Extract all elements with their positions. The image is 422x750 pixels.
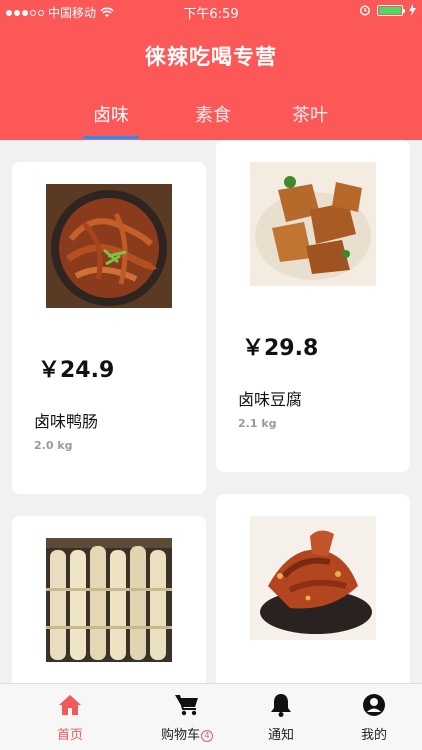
- product-name: 卤味豆腐: [238, 390, 303, 409]
- spicy-duck-photo: [250, 516, 376, 640]
- tab-lu-wei[interactable]: 卤味: [71, 101, 151, 127]
- charging-icon: [409, 4, 416, 16]
- braised-duck-intestine-photo: [46, 184, 172, 308]
- category-tabs: 卤味 素食 茶叶: [0, 86, 422, 140]
- battery-icon: [377, 4, 405, 16]
- alarm-icon: [359, 5, 371, 16]
- tabbar-item-notifications[interactable]: 通知: [241, 692, 321, 743]
- bell-icon: [271, 694, 291, 717]
- status-right: [359, 4, 416, 16]
- status-bar: 中国移动 下午6:59: [0, 0, 422, 22]
- tabbar-item-profile[interactable]: 我的: [334, 692, 414, 743]
- tabbar-label: 首页: [56, 728, 83, 743]
- bamboo-shoots-photo: [46, 538, 172, 662]
- product-weight: 2.0 kg: [34, 439, 73, 452]
- page-title: 徕辣吃喝专营: [145, 45, 277, 69]
- tabbar-item-cart[interactable]: 购物车 4: [147, 692, 227, 743]
- tabbar-label: 购物车: [160, 728, 200, 743]
- tabbar-label-wrap: 购物车 4: [147, 724, 227, 743]
- nav-bar: 徕辣吃喝专营: [0, 22, 422, 86]
- product-price: ￥29.8: [242, 336, 319, 361]
- active-tab-indicator: [83, 136, 139, 139]
- braised-tofu-photo: [250, 162, 376, 286]
- cart-count-badge: 4: [201, 729, 213, 742]
- home-icon: [59, 695, 81, 715]
- bottom-tab-bar: 首页 购物车 4 通知 我的: [0, 683, 422, 750]
- tabbar-label: 我的: [360, 728, 387, 743]
- product-weight: 2.1 kg: [238, 417, 277, 430]
- tabbar-item-home[interactable]: 首页: [30, 692, 110, 743]
- product-card[interactable]: ￥29.8 卤味豆腐 2.1 kg: [216, 140, 410, 472]
- tab-su-shi[interactable]: 素食: [173, 101, 253, 127]
- tab-cha-ye[interactable]: 茶叶: [270, 101, 350, 127]
- product-card[interactable]: ￥24.9 卤味鸭肠 2.0 kg: [12, 162, 206, 494]
- user-icon: [363, 694, 385, 716]
- cart-icon: [175, 694, 198, 716]
- product-name: 卤味鸭肠: [34, 412, 99, 431]
- tabbar-label: 通知: [267, 728, 294, 743]
- product-price: ￥24.9: [38, 358, 115, 383]
